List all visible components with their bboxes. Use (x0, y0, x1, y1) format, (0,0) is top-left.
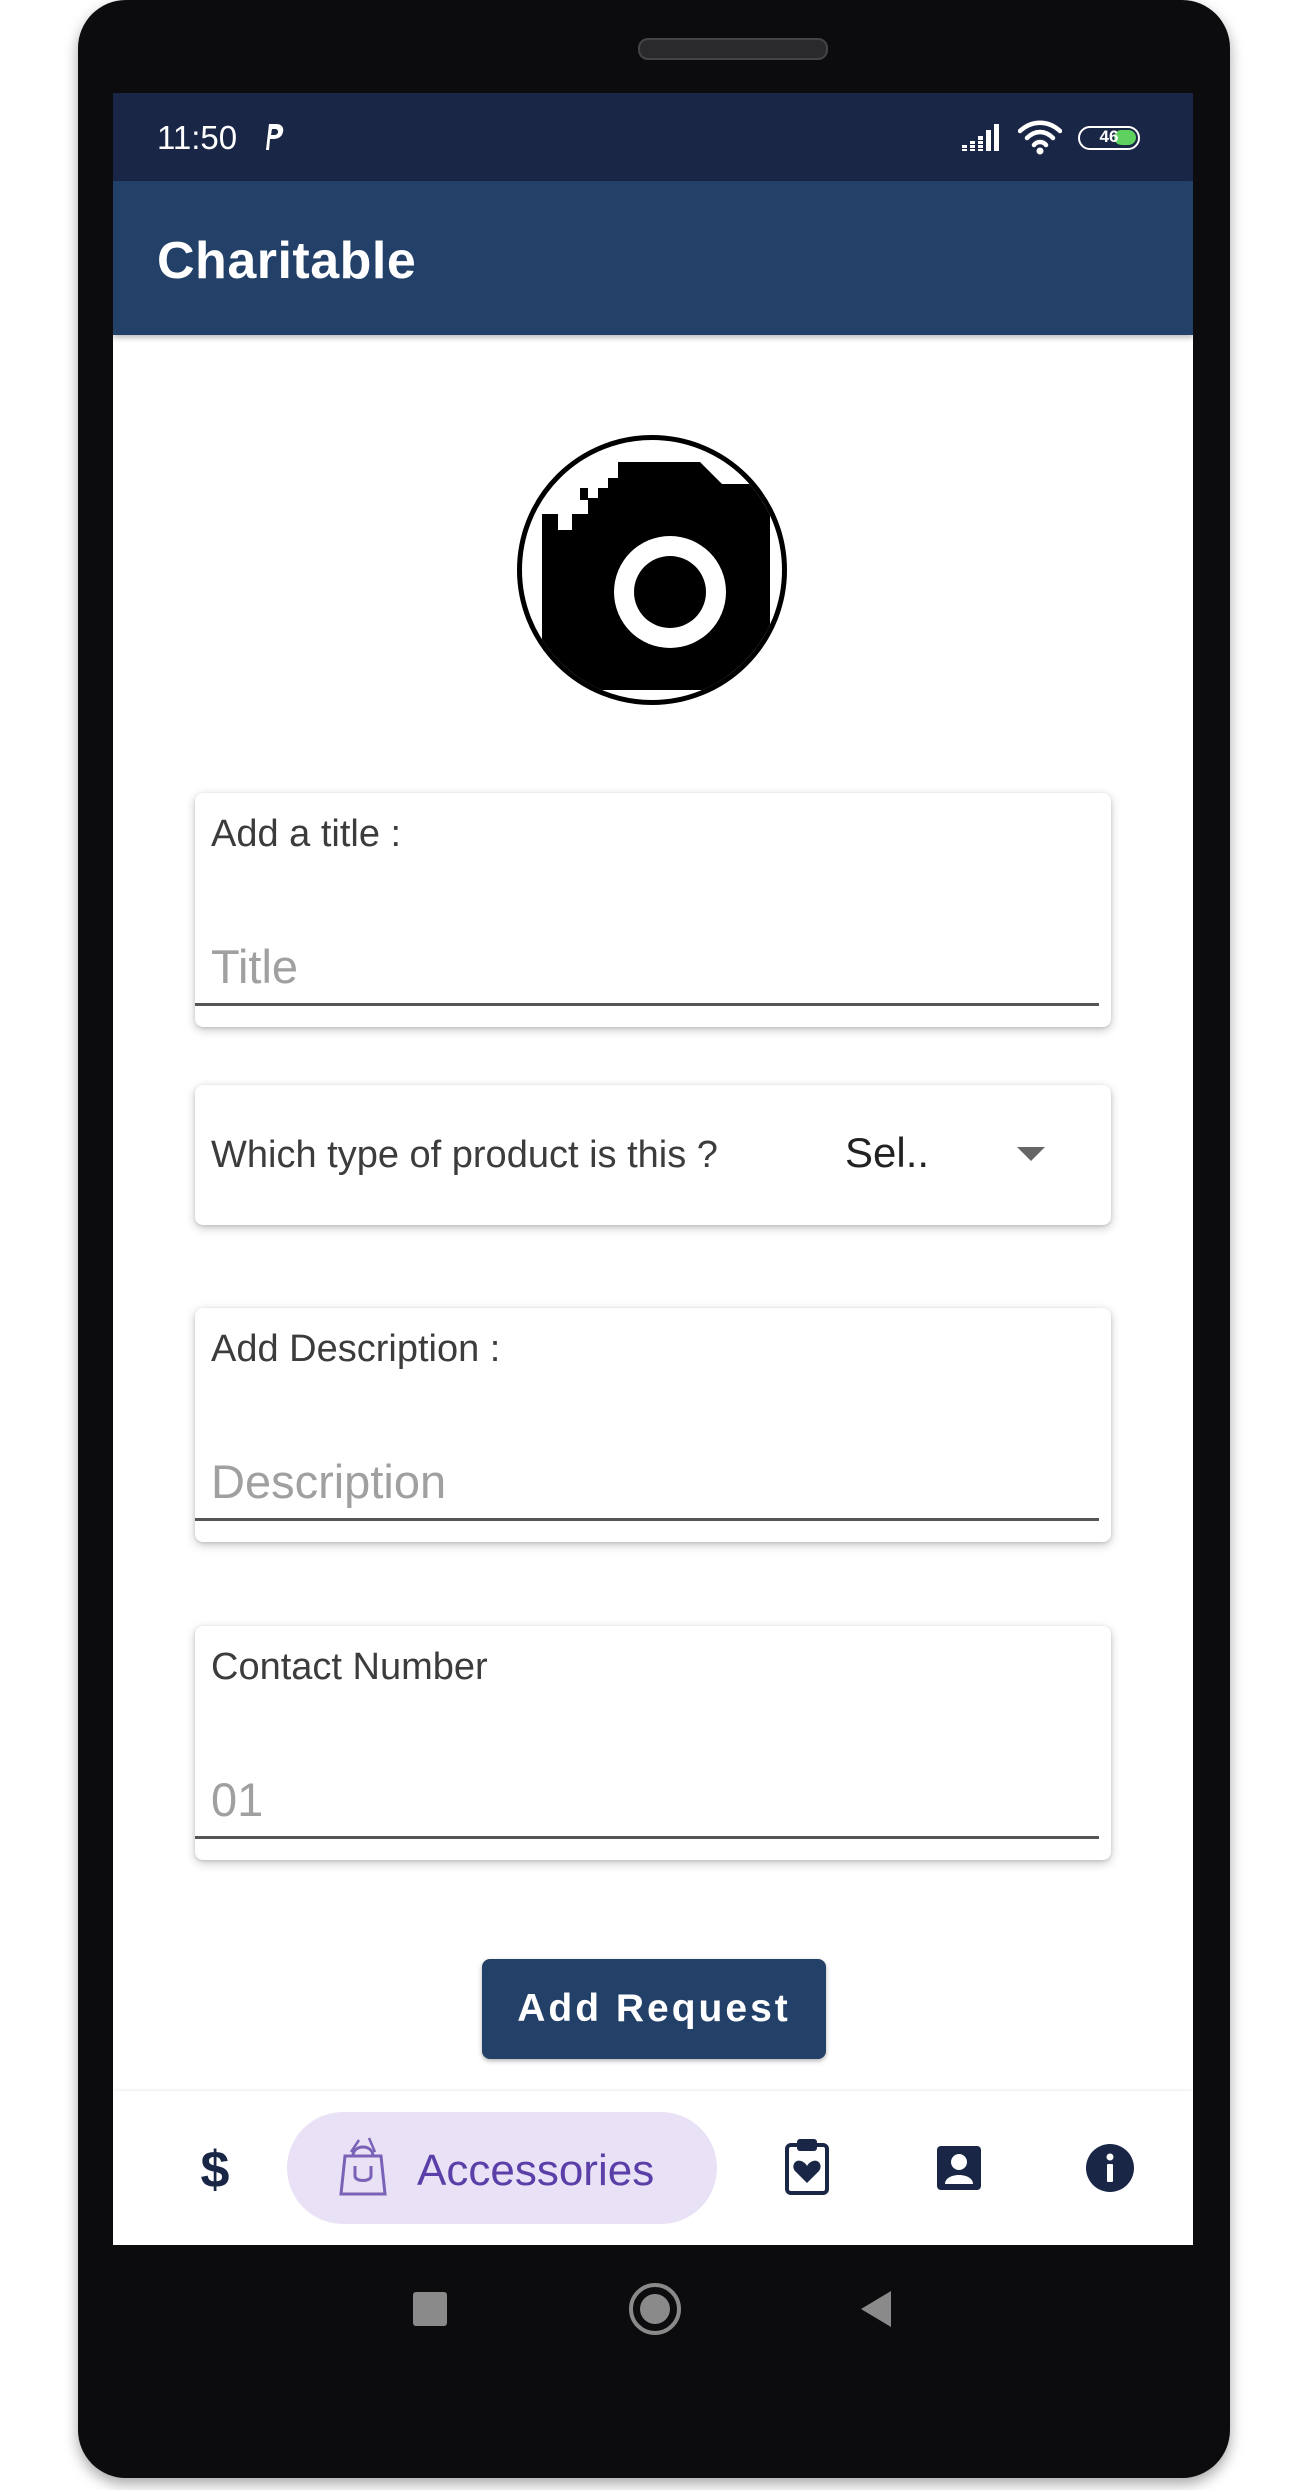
title-underline (195, 1003, 1099, 1006)
contact-underline (195, 1836, 1099, 1839)
chevron-down-icon (1017, 1147, 1045, 1161)
product-type-question: Which type of product is this ? (211, 1134, 718, 1176)
app-bar: Charitable (113, 181, 1193, 335)
contact-card: Contact Number (195, 1626, 1111, 1860)
battery-icon: 46 (1078, 126, 1140, 150)
status-time: 11:50 (157, 119, 238, 156)
contact-input[interactable] (211, 1771, 1095, 1827)
shopping-bag-icon (339, 2137, 387, 2196)
nav-item-requests[interactable] (753, 2091, 863, 2245)
description-card: Add Description : (195, 1308, 1111, 1542)
earpiece-speaker (638, 38, 828, 60)
title-input[interactable] (211, 938, 1095, 994)
camera-add-icon (542, 462, 770, 690)
contact-label: Contact Number (211, 1646, 488, 1688)
photo-picker[interactable] (517, 435, 787, 705)
nav-item-donations[interactable]: $ (163, 2091, 273, 2245)
svg-text:$: $ (201, 2141, 230, 2197)
add-request-button[interactable]: Add Request (482, 1959, 826, 2059)
product-type-selected: Sel.. (845, 1129, 930, 1176)
product-type-dropdown[interactable]: Sel.. (835, 1105, 1075, 1205)
contact-card-icon (937, 2146, 981, 2190)
parking-p-icon (266, 124, 284, 150)
signal-icon (962, 124, 999, 151)
wifi-icon (1018, 120, 1062, 155)
nav-item-accessories[interactable]: Accessories (287, 2112, 717, 2224)
info-icon (1086, 2144, 1134, 2192)
title-card: Add a title : (195, 793, 1111, 1027)
nav-item-about[interactable] (1053, 2091, 1163, 2245)
home-circle-icon[interactable] (627, 2281, 683, 2337)
status-bar: 11:50 46 (113, 93, 1193, 181)
dollar-icon: $ (201, 2141, 230, 2197)
nav-item-accessories-label: Accessories (417, 2146, 655, 2195)
app-title: Charitable (157, 232, 417, 290)
recents-square-icon[interactable] (413, 2292, 447, 2326)
nav-item-profile[interactable] (903, 2091, 1013, 2245)
title-label: Add a title : (211, 813, 402, 855)
description-underline (195, 1518, 1099, 1521)
battery-level: 46 (1099, 127, 1119, 146)
clipboard-heart-icon (785, 2139, 829, 2195)
back-triangle-icon[interactable] (857, 2287, 897, 2331)
system-navigation-bar (113, 2245, 1193, 2395)
description-label: Add Description : (211, 1328, 501, 1370)
bottom-navigation: $ Accessories (113, 2091, 1193, 2245)
description-input[interactable] (211, 1453, 1095, 1509)
product-type-card: Which type of product is this ? Sel.. (195, 1085, 1111, 1225)
app-screen: 11:50 46 Charitable Add a title: Title … (113, 93, 1193, 2245)
